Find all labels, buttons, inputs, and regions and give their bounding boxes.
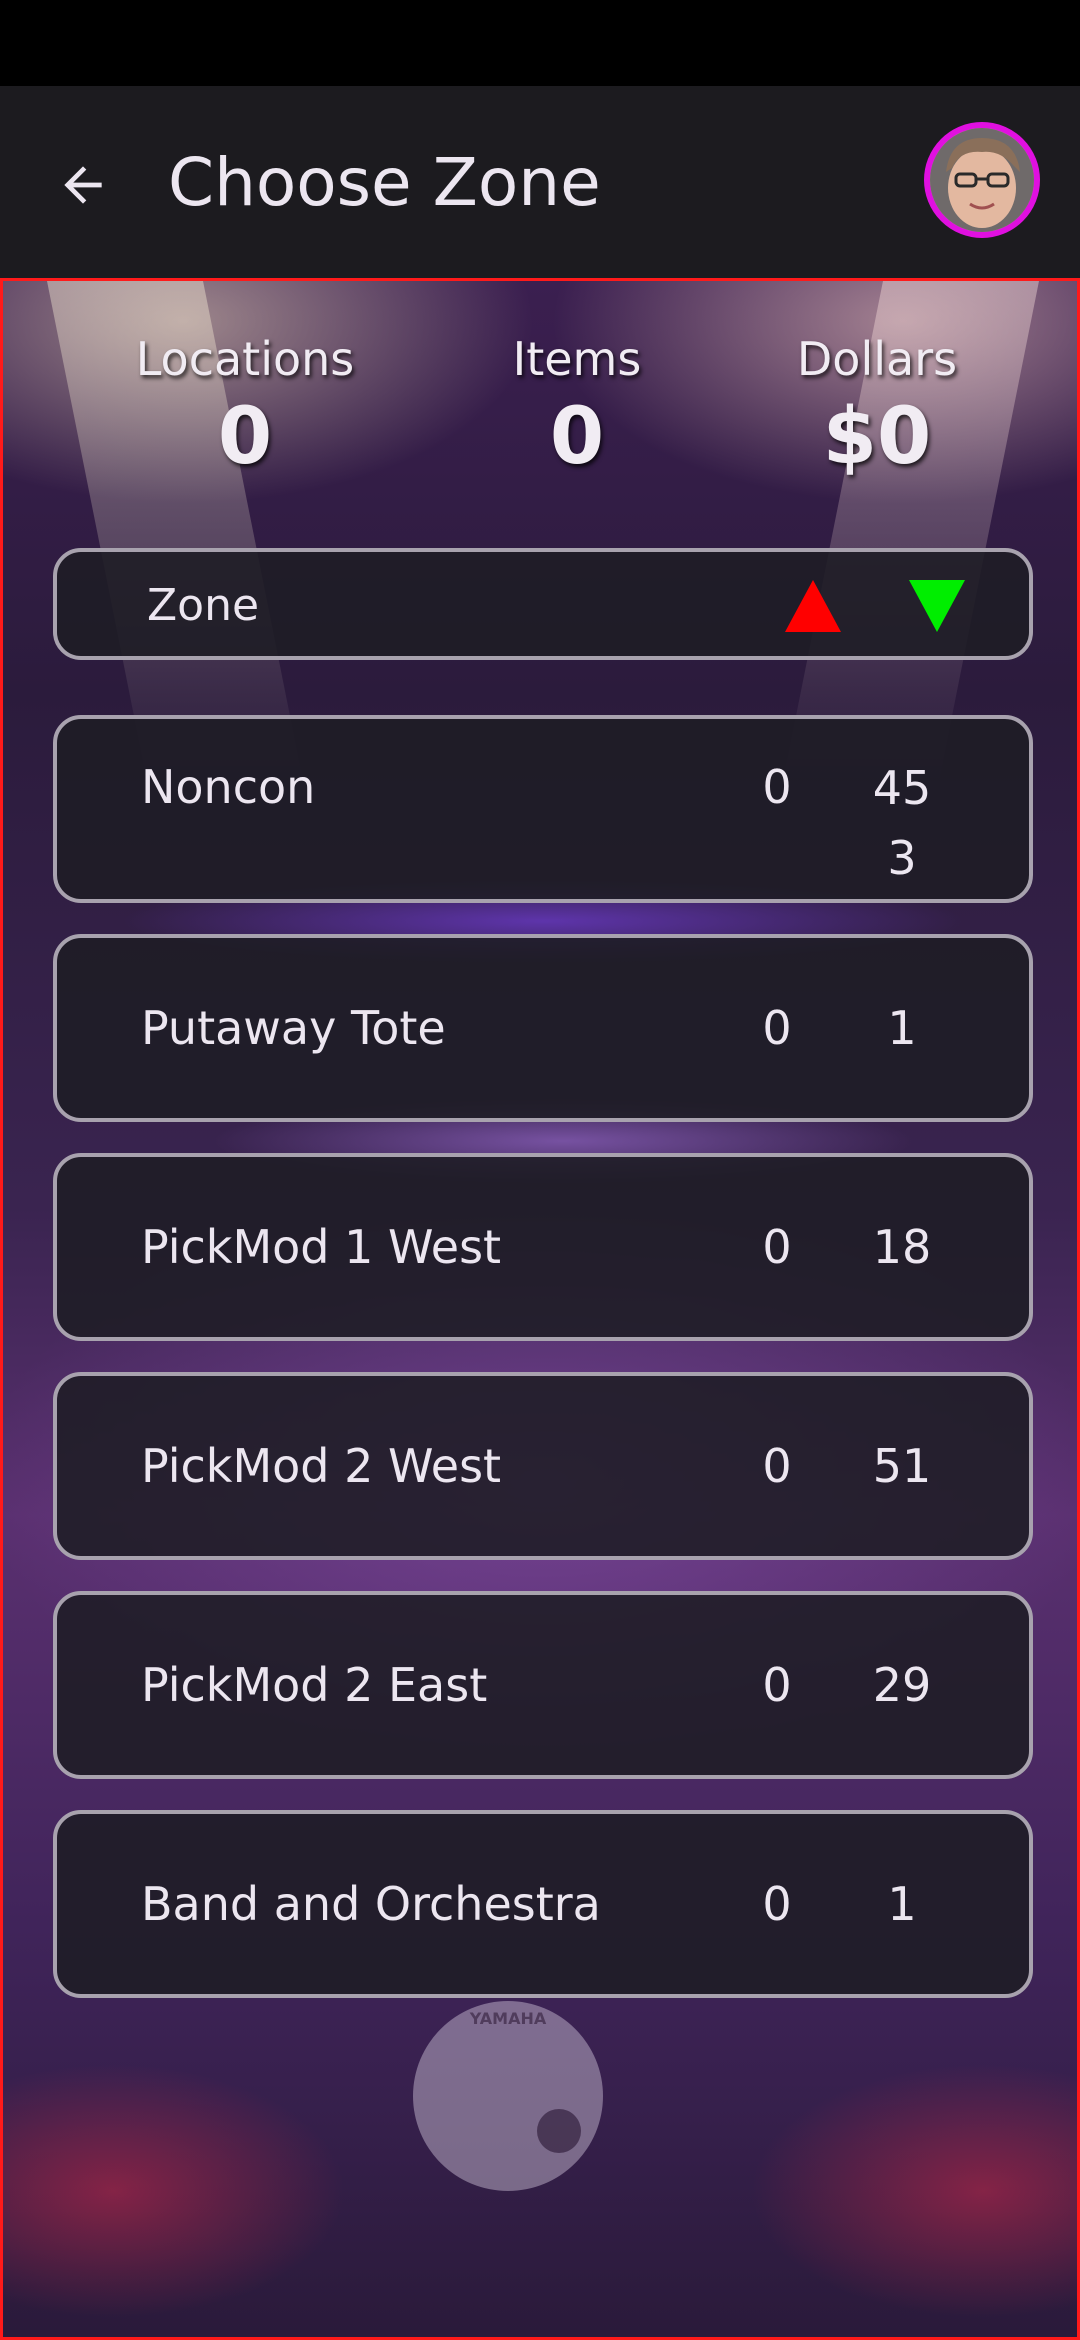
drum-brand-text: YAMAHA [469, 2009, 547, 2028]
locations-value: 0 [217, 392, 273, 482]
user-avatar[interactable] [924, 122, 1040, 238]
zone-locations-count: 0 [762, 1220, 792, 1274]
zone-locations-count: 0 [762, 760, 792, 814]
zone-items-count: 29 [872, 1658, 932, 1712]
zone-row-pickmod-2-east[interactable]: PickMod 2 East 0 29 [53, 1591, 1033, 1779]
dollars-stat: Dollars $0 [727, 331, 1027, 487]
app-bar: Choose Zone [0, 86, 1080, 278]
items-stat: Items 0 [427, 331, 727, 487]
drum-background-image: YAMAHA [413, 2001, 603, 2191]
page-title: Choose Zone [168, 144, 601, 221]
zone-row-noncon[interactable]: Noncon 0 453 [53, 715, 1033, 903]
locations-stat: Locations 0 [95, 331, 395, 487]
zone-row-putaway-tote[interactable]: Putaway Tote 0 1 [53, 934, 1033, 1122]
zone-locations-count: 0 [762, 1001, 792, 1055]
arrow-left-icon [64, 166, 102, 204]
app-screen: Choose Zone YAMAHA Locations 0 Items 0 D… [0, 0, 1080, 2340]
zone-row-pickmod-2-west[interactable]: PickMod 2 West 0 51 [53, 1372, 1033, 1560]
locations-label: Locations [135, 332, 355, 386]
items-label: Items [512, 332, 642, 386]
zone-name: Noncon [141, 760, 316, 814]
drum-port [537, 2109, 581, 2153]
zone-items-count: 1 [887, 1877, 917, 1931]
status-bar [0, 0, 1080, 86]
zone-locations-count: 0 [762, 1658, 792, 1712]
zone-name: PickMod 1 West [141, 1220, 502, 1274]
back-button[interactable] [40, 142, 126, 228]
zone-locations-count: 0 [762, 1439, 792, 1493]
zone-items-count: 18 [872, 1220, 932, 1274]
zone-content[interactable]: YAMAHA Locations 0 Items 0 Dollars $0 Zo… [0, 278, 1080, 2340]
summary-stats: Locations 0 Items 0 Dollars $0 [3, 331, 1077, 501]
zone-sort-header: Zone [53, 548, 1033, 660]
zone-row-band-and-orchestra[interactable]: Band and Orchestra 0 1 [53, 1810, 1033, 1998]
triangle-down-icon[interactable] [909, 580, 965, 632]
zone-name: PickMod 2 West [141, 1439, 502, 1493]
zone-name: PickMod 2 East [141, 1658, 488, 1712]
items-value: 0 [549, 392, 605, 482]
triangle-up-icon[interactable] [785, 580, 841, 632]
avatar-image [930, 128, 1034, 232]
zone-locations-count: 0 [762, 1877, 792, 1931]
dollars-label: Dollars [796, 332, 958, 386]
zone-name: Putaway Tote [141, 1001, 446, 1055]
zone-items-count: 51 [872, 1439, 932, 1493]
zone-items-count: 453 [872, 761, 932, 885]
zone-name: Band and Orchestra [141, 1877, 601, 1931]
zone-column-label: Zone [147, 580, 260, 631]
zone-items-count: 1 [887, 1001, 917, 1055]
dollars-value: $0 [822, 392, 932, 482]
zone-row-pickmod-1-west[interactable]: PickMod 1 West 0 18 [53, 1153, 1033, 1341]
